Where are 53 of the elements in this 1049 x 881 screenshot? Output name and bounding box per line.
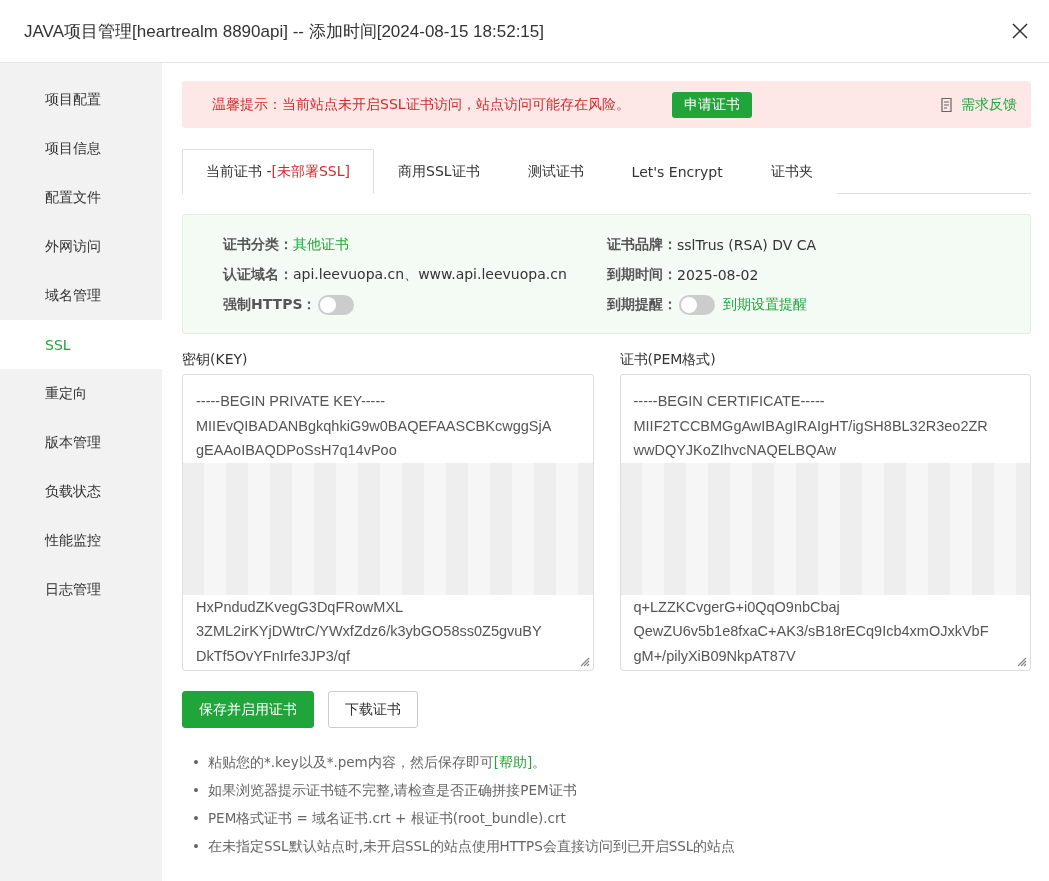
field-label: 密钥(KEY) <box>182 350 249 369</box>
field-value: api.leevuopa.cn、www.api.leevuopa.cn <box>293 266 567 284</box>
tab[interactable]: 当前证书 -[未部署SSL] <box>182 149 374 194</box>
field-label: 证书品牌： <box>607 236 677 254</box>
field-label: 到期时间： <box>607 266 677 284</box>
sidebar-item[interactable]: 外网访问 <box>0 222 162 271</box>
sidebar-item[interactable]: 配置文件 <box>0 173 162 222</box>
text-line: 3ZML2irKYjDWtrC/YWxfZdz6/k3ybGO58ss0Z5gvuBY <box>196 622 543 642</box>
warning-text: 温馨提示：当前站点未开启SSL证书访问，站点访问可能存在风险。 <box>212 95 630 114</box>
text-line: gEAAoIBAQDPoSsH7q14vPoo <box>196 441 398 461</box>
note-icon <box>940 96 955 113</box>
note-text: 如果浏览器提示证书链不完整,请检查是否正确拼接PEM证书 <box>207 781 577 800</box>
sidebar-item[interactable]: 域名管理 <box>0 271 162 320</box>
field-label: 证书分类： <box>223 236 293 254</box>
text-line: MIIF2TCCBMGgAwIBAgIRAIgHT/igSH8BL32R3eo2ZR <box>633 416 989 436</box>
sidebar-item[interactable]: 日志管理 <box>0 565 162 614</box>
text-line: DkTf5OvYFnIrfe3JP3/qf <box>196 646 351 666</box>
field-label: 强制HTTPS： <box>223 296 317 314</box>
text-area[interactable]: -----BEGIN CERTIFICATE----- MIIF2TCCBMGgAwIBAgIRAIgHT/igSH8BL32R3eo2ZR wwDQYJKoZIhvcNAQELBQAw q+LZZKCvgerG+i0QqO9nbCbaj QewZU6v5b1e8fxaC+AK3/sB18rECq9Icb4xmOJxkVbF gM+/pilyXiB09NkpAT87V <box>619 374 1031 671</box>
sidebar-item[interactable]: 负载状态 <box>0 467 162 516</box>
toggle-switch[interactable] <box>679 295 715 315</box>
sidebar-item[interactable]: 项目信息 <box>0 124 162 173</box>
toggle-switch[interactable] <box>318 295 355 315</box>
text-line: -----BEGIN PRIVATE KEY----- <box>196 392 387 411</box>
text-line: wwDQYJKoZIhvcNAQELBQAw <box>633 441 838 461</box>
text-line: -----BEGIN CERTIFICATE----- <box>633 392 826 411</box>
field-value: 其他证书 <box>293 236 349 254</box>
sidebar-item[interactable]: 重定向 <box>0 369 162 418</box>
download-button[interactable]: 下载证书 <box>328 691 418 728</box>
bullet: • <box>192 753 200 772</box>
text-line: q+LZZKCvgerG+i0QqO9nbCbaj <box>633 597 841 617</box>
text-area[interactable]: -----BEGIN PRIVATE KEY----- MIIEvQIBADANBgkqhkiG9w0BAQEFAASCBKcwggSjA gEAAoIBAQDPoSsH7q14vPoo HxPndudZKvegG3DqFRowMXL 3ZML2irKYjDWtrC/YWxfZdz6/k3ybGO58ss0Z5gvuBY DkTf5OvYFnIrfe3JP3/qf <box>182 374 594 671</box>
field-label: 证书(PEM格式) <box>619 350 717 369</box>
text-line: HxPndudZKvegG3DqFRowMXL <box>196 597 405 617</box>
field-value: sslTrus (RSA) DV CA <box>677 237 817 253</box>
window-title: JAVA项目管理[heartrealm 8890api] -- 添加时间[2024-08-15 18:52:15] <box>24 20 544 43</box>
bullet: • <box>192 781 200 800</box>
sidebar-item[interactable]: 性能监控 <box>0 516 162 565</box>
note-text: 粘贴您的*.key以及*.pem内容，然后保存即可[帮助]。 <box>207 753 547 772</box>
field-value: 2025-08-02 <box>677 267 759 283</box>
sidebar-item[interactable]: 版本管理 <box>0 418 162 467</box>
field-label: 认证域名： <box>223 266 293 284</box>
note-text: PEM格式证书 = 域名证书.crt + 根证书(root_bundle).crt <box>207 809 566 828</box>
text-line: MIIEvQIBADANBgkqhkiG9w0BAQEFAASCBKcwggSjA <box>196 416 553 436</box>
note-text: 在未指定SSL默认站点时,未开启SSL的站点使用HTTPS会直接访问到已开启SSL的站点 <box>207 837 736 856</box>
sidebar-item[interactable]: 项目配置 <box>0 75 162 124</box>
text-line: QewZU6v5b1e8fxaC+AK3/sB18rECq9Icb4xmOJxkVbF <box>633 622 990 642</box>
close-icon <box>1012 23 1028 39</box>
field-label: 到期提醒： <box>607 296 677 314</box>
text-line: gM+/pilyXiB09NkpAT87V <box>633 646 797 666</box>
bullet: • <box>192 837 200 856</box>
resize-grip-icon[interactable] <box>1015 655 1027 667</box>
bullet: • <box>192 809 200 828</box>
